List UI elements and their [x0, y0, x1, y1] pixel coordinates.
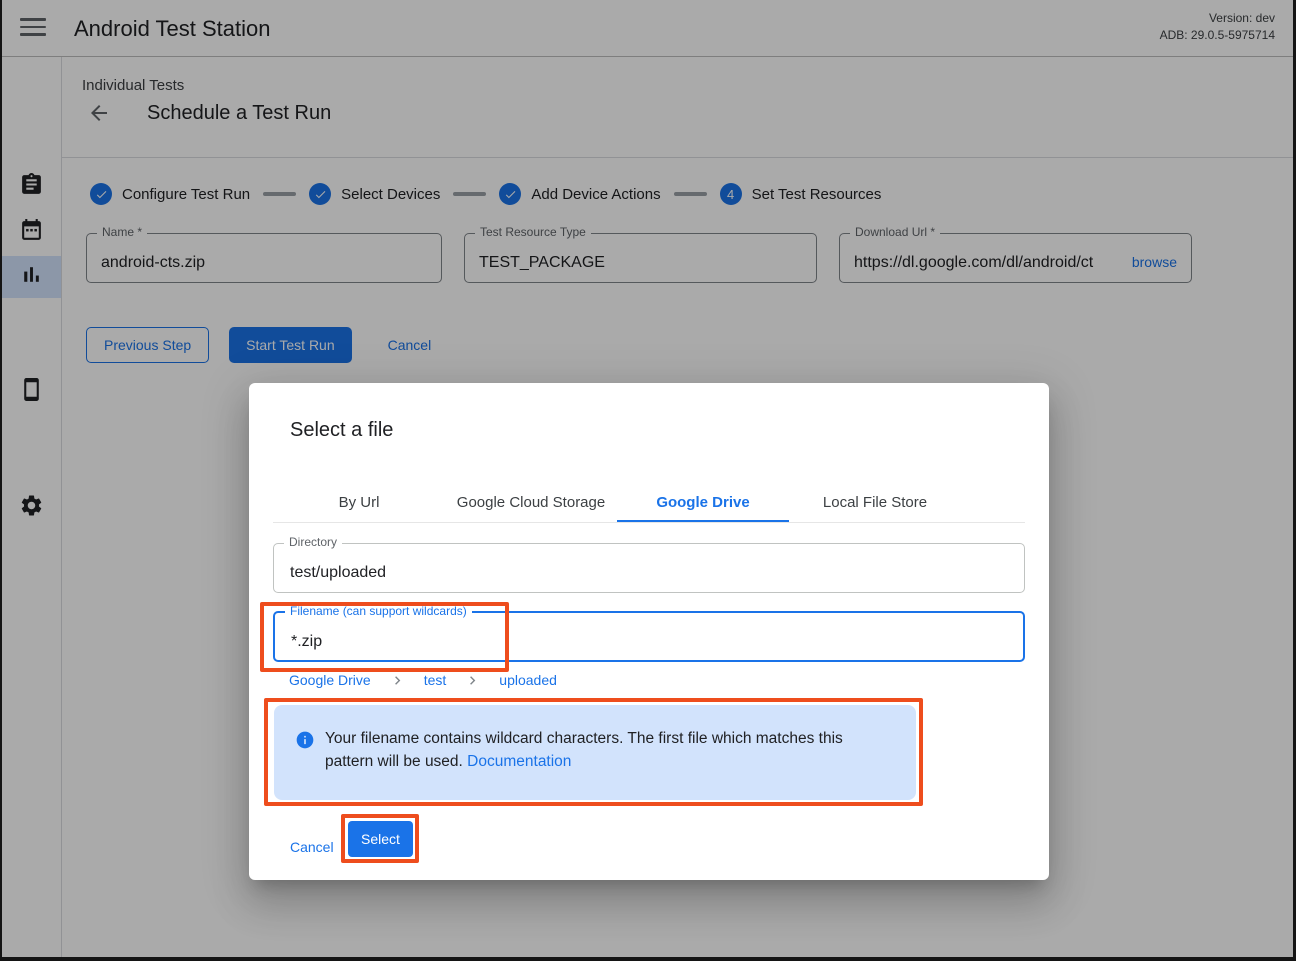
dialog-title: Select a file: [290, 419, 393, 442]
tabs-divider: [273, 522, 1025, 523]
alert-message: Your filename contains wildcard characte…: [325, 727, 891, 773]
alert-message-text: Your filename contains wildcard characte…: [325, 730, 843, 770]
chevron-right-icon: [389, 672, 406, 689]
dialog-select-button[interactable]: Select: [348, 821, 413, 857]
directory-field-label: Directory: [284, 535, 342, 549]
filename-field-group: Filename (can support wildcards): [273, 611, 1025, 662]
breadcrumb-folder-link[interactable]: test: [424, 672, 447, 688]
breadcrumb-subfolder-link[interactable]: uploaded: [499, 672, 557, 688]
filename-field[interactable]: [275, 613, 1023, 660]
documentation-link[interactable]: Documentation: [467, 753, 571, 770]
info-icon: [295, 730, 315, 750]
breadcrumb-root-link[interactable]: Google Drive: [289, 672, 371, 688]
tab-local-file-store[interactable]: Local File Store: [789, 483, 961, 523]
file-source-tabs: By Url Google Cloud Storage Google Drive…: [273, 483, 961, 523]
wildcard-info-alert: Your filename contains wildcard characte…: [274, 705, 916, 800]
dialog-cancel-button[interactable]: Cancel: [274, 829, 350, 865]
app-window: Android Test Station Version: dev ADB: 2…: [0, 0, 1296, 961]
tab-google-cloud-storage[interactable]: Google Cloud Storage: [445, 483, 617, 523]
select-file-dialog: Select a file By Url Google Cloud Storag…: [249, 383, 1049, 880]
directory-field[interactable]: [274, 544, 1024, 592]
filename-field-label: Filename (can support wildcards): [285, 604, 472, 618]
tab-by-url[interactable]: By Url: [273, 483, 445, 523]
tab-google-drive[interactable]: Google Drive: [617, 483, 789, 523]
directory-field-group: Directory: [273, 543, 1025, 593]
chevron-right-icon: [464, 672, 481, 689]
drive-breadcrumb: Google Drive test uploaded: [289, 670, 557, 690]
